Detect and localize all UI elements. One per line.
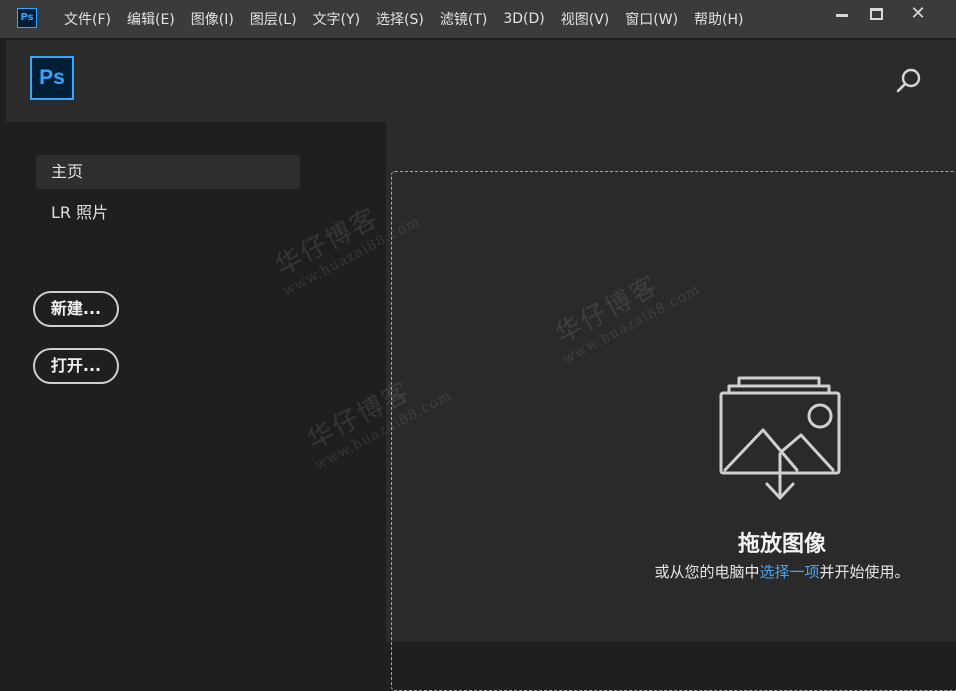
search-icon	[896, 68, 921, 93]
menu-item-layer[interactable]: 图层(L)	[242, 9, 305, 29]
menu-item-edit[interactable]: 编辑(E)	[119, 9, 183, 29]
menu-item-view[interactable]: 视图(V)	[553, 9, 618, 29]
maximize-icon	[869, 8, 883, 20]
drop-title: 拖放图像	[737, 532, 826, 557]
image-stack-download-icon	[719, 376, 841, 500]
home-header: Ps	[6, 40, 956, 122]
search-button[interactable]	[894, 66, 924, 96]
drop-subtitle-prefix: 或从您的电脑中	[654, 563, 760, 581]
photoshop-logo: Ps	[30, 56, 74, 100]
menu-item-image[interactable]: 图像(I)	[183, 9, 242, 29]
menu-item-help[interactable]: 帮助(H)	[686, 9, 751, 29]
home-sidebar: 主页 LR 照片 新建... 打开...	[6, 122, 386, 642]
minimize-icon	[836, 13, 848, 17]
menu-item-window[interactable]: 窗口(W)	[617, 9, 686, 29]
open-button[interactable]: 打开...	[33, 348, 119, 384]
drop-subtitle: 或从您的电脑中选择一项并开始使用。	[586, 561, 956, 582]
menu-item-filter[interactable]: 滤镜(T)	[432, 9, 495, 29]
menu-bar: Ps 文件(F) 编辑(E) 图像(I) 图层(L) 文字(Y) 选择(S) 滤…	[0, 0, 956, 38]
menu-items: 文件(F) 编辑(E) 图像(I) 图层(L) 文字(Y) 选择(S) 滤镜(T…	[56, 0, 752, 38]
app-icon[interactable]: Ps	[17, 8, 37, 28]
menu-item-type[interactable]: 文字(Y)	[305, 9, 368, 29]
maximize-button[interactable]	[854, 0, 898, 28]
close-button[interactable]: ✕	[896, 0, 940, 28]
home-main: 拖放图像 或从您的电脑中选择一项并开始使用。	[386, 122, 956, 691]
menu-item-file[interactable]: 文件(F)	[56, 9, 119, 29]
menu-item-3d[interactable]: 3D(D)	[495, 11, 552, 27]
sidebar-item-home[interactable]: 主页	[36, 155, 300, 189]
select-file-link[interactable]: 选择一项	[759, 563, 819, 581]
drop-zone[interactable]	[391, 171, 956, 691]
close-icon: ✕	[910, 3, 926, 24]
sidebar-item-lr-photos[interactable]: LR 照片	[36, 196, 300, 230]
new-button[interactable]: 新建...	[33, 291, 119, 327]
menu-item-select[interactable]: 选择(S)	[368, 9, 432, 29]
drop-subtitle-suffix: 并开始使用。	[819, 563, 910, 581]
